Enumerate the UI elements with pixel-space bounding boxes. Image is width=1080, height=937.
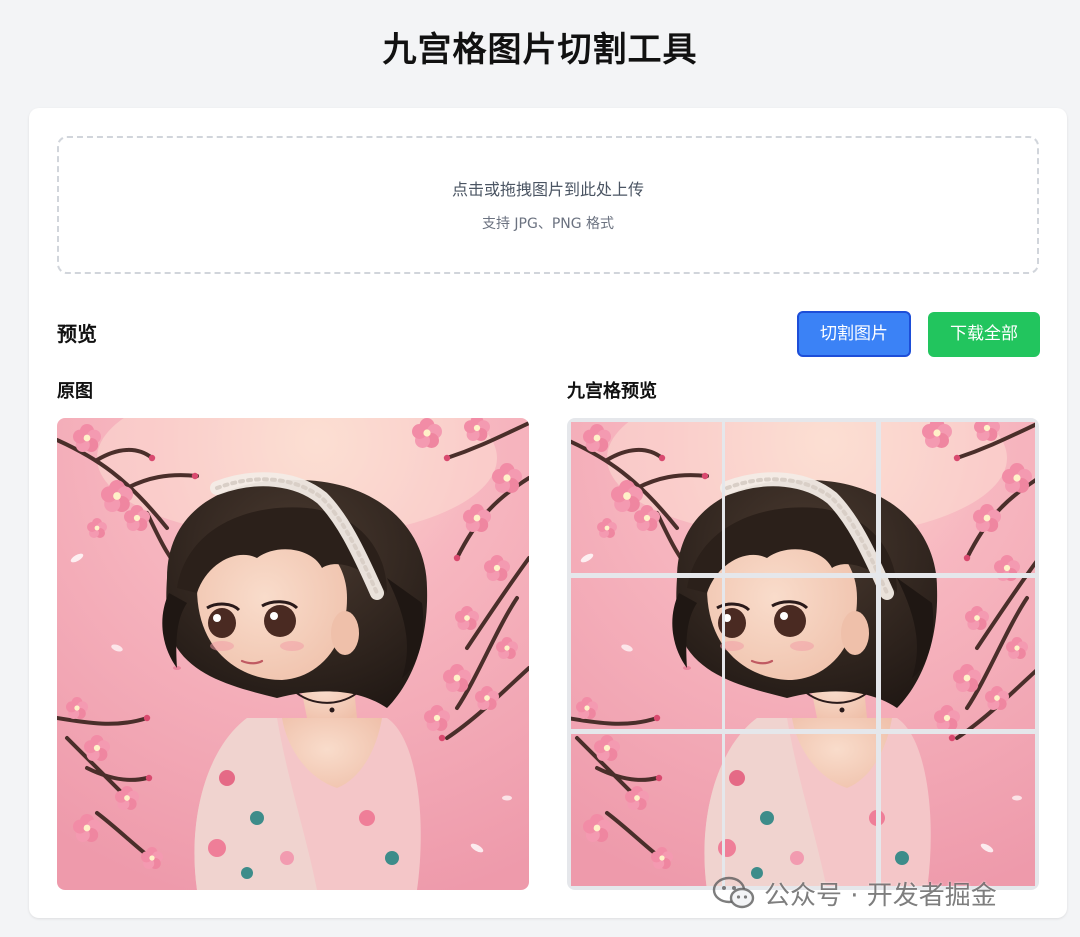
wechat-icon <box>712 875 756 911</box>
download-all-button[interactable]: 下载全部 <box>928 312 1040 357</box>
grid-tile-2 <box>725 422 876 573</box>
preview-heading: 预览 <box>57 322 97 346</box>
grid-tile-8 <box>725 734 876 886</box>
page-title: 九宫格图片切割工具 <box>382 30 698 70</box>
original-image-label: 原图 <box>57 381 93 402</box>
grid-tile-3 <box>881 422 1035 573</box>
upload-dropzone[interactable]: 点击或拖拽图片到此处上传 支持 JPG、PNG 格式 <box>57 136 1039 274</box>
grid-tile-9 <box>881 734 1035 886</box>
grid-tile-6 <box>881 578 1035 729</box>
upload-format-hint: 支持 JPG、PNG 格式 <box>481 216 615 232</box>
watermark-text: 公众号 · 开发者掘金 <box>764 880 997 911</box>
main-card: 点击或拖拽图片到此处上传 支持 JPG、PNG 格式 预览 切割图片 下载全部 … <box>29 108 1067 918</box>
grid-tile-4 <box>571 578 722 729</box>
cut-image-button[interactable]: 切割图片 <box>797 311 911 357</box>
grid-tile-7 <box>571 734 722 886</box>
watermark: 公众号 · 开发者掘金 <box>712 873 997 913</box>
grid-tile-1 <box>571 422 722 573</box>
grid-tile-5 <box>725 578 876 729</box>
original-image <box>57 418 529 890</box>
grid-preview <box>567 418 1039 890</box>
anime-girl-illustration <box>57 418 529 890</box>
grid-preview-label: 九宫格预览 <box>567 381 657 402</box>
upload-instruction: 点击或拖拽图片到此处上传 <box>451 180 644 199</box>
